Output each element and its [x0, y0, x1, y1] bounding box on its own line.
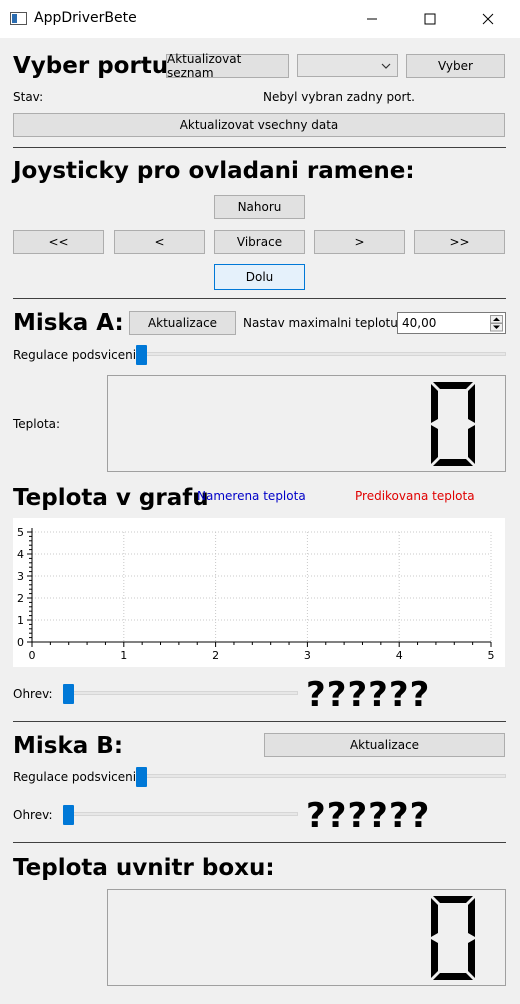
- bowl-a-heading: Miska A:: [13, 310, 124, 336]
- divider: [13, 147, 506, 148]
- refresh-all-button[interactable]: Aktualizovat vsechny data: [13, 113, 505, 137]
- spin-arrows-icon[interactable]: [490, 315, 503, 332]
- bowl-a-lcd: [107, 375, 506, 472]
- status-label: Stav:: [13, 90, 44, 104]
- lcd-digit: [431, 896, 475, 980]
- vibrate-button[interactable]: Vibrace: [214, 230, 305, 254]
- x-tick-label: 2: [212, 649, 219, 662]
- x-tick-label: 3: [304, 649, 311, 662]
- divider: [13, 298, 506, 299]
- y-tick-label: 3: [17, 570, 24, 583]
- y-tick-label: 0: [17, 636, 24, 649]
- bowl-b-backlight-track[interactable]: [136, 774, 506, 778]
- bowl-a-refresh-button[interactable]: Aktualizace: [129, 311, 236, 335]
- y-tick-label: 5: [17, 526, 24, 539]
- window-title: AppDriverBete: [34, 10, 137, 26]
- app-window-icon: [10, 12, 27, 25]
- select-port-button[interactable]: Vyber: [406, 54, 505, 78]
- fast-right-button[interactable]: >>: [414, 230, 505, 254]
- down-button[interactable]: Dolu: [214, 264, 305, 290]
- bowl-b-heat-track[interactable]: [63, 812, 298, 816]
- left-button[interactable]: <: [114, 230, 205, 254]
- box-heading: Teplota uvnitr boxu:: [13, 855, 275, 881]
- x-tick-label: 5: [488, 649, 495, 662]
- minimize-icon[interactable]: [346, 0, 398, 38]
- bowl-b-heat-label: Ohrev:: [13, 808, 53, 822]
- x-tick-label: 4: [396, 649, 403, 662]
- max-temp-spinbox[interactable]: 40,00: [397, 312, 506, 334]
- x-tick-label: 1: [120, 649, 127, 662]
- legend-predicted: Predikovana teplota: [355, 489, 475, 503]
- temperature-chart: 0 1 2 3 4 5 0 1 2 3 4 5: [13, 518, 505, 667]
- fast-left-button[interactable]: <<: [13, 230, 104, 254]
- heating-a-track[interactable]: [63, 691, 298, 695]
- port-combo[interactable]: [297, 54, 398, 77]
- y-tick-label: 4: [17, 548, 24, 561]
- close-icon[interactable]: [462, 0, 514, 38]
- y-tick-label: 2: [17, 592, 24, 605]
- port-heading: Vyber portu:: [13, 53, 178, 79]
- heating-a-value: ??????: [306, 675, 431, 715]
- bowl-b-heat-value: ??????: [306, 796, 431, 836]
- legend-measured: Namerena teplota: [197, 489, 306, 503]
- maximize-icon[interactable]: [404, 0, 456, 38]
- bowl-b-refresh-button[interactable]: Aktualizace: [264, 733, 505, 757]
- x-tick-label: 0: [29, 649, 36, 662]
- bowl-a-temp-label: Teplota:: [13, 417, 61, 431]
- bowl-a-backlight-track[interactable]: [136, 352, 506, 356]
- bowl-b-backlight-label: Regulace podsviceni: [13, 770, 137, 784]
- bowl-a-backlight-label: Regulace podsviceni: [13, 348, 137, 362]
- up-button[interactable]: Nahoru: [214, 195, 305, 219]
- divider: [13, 721, 506, 722]
- right-button[interactable]: >: [314, 230, 405, 254]
- bowl-b-backlight-handle[interactable]: [136, 767, 147, 787]
- heating-a-handle[interactable]: [63, 684, 74, 704]
- joystick-heading: Joysticky pro ovladani ramene:: [13, 158, 415, 184]
- bowl-b-heat-handle[interactable]: [63, 805, 74, 825]
- heating-a-label: Ohrev:: [13, 687, 53, 701]
- refresh-list-button[interactable]: Aktualizovat seznam: [166, 52, 289, 80]
- box-lcd: [107, 889, 506, 986]
- lcd-digit: [431, 382, 475, 466]
- chevron-down-icon: [381, 63, 391, 69]
- status-value: Nebyl vybran zadny port.: [263, 90, 415, 104]
- title-bar: AppDriverBete: [0, 0, 520, 38]
- divider: [13, 842, 506, 843]
- bowl-b-heading: Miska B:: [13, 733, 124, 759]
- chart-svg: 0 1 2 3 4 5 0 1 2 3 4 5: [17, 526, 495, 662]
- graph-heading: Teplota v grafu: [13, 485, 209, 511]
- max-temp-value: 40,00: [402, 316, 437, 330]
- max-temp-label: Nastav maximalni teplotu:: [243, 316, 402, 330]
- y-tick-label: 1: [17, 614, 24, 627]
- bowl-a-backlight-handle[interactable]: [136, 345, 147, 365]
